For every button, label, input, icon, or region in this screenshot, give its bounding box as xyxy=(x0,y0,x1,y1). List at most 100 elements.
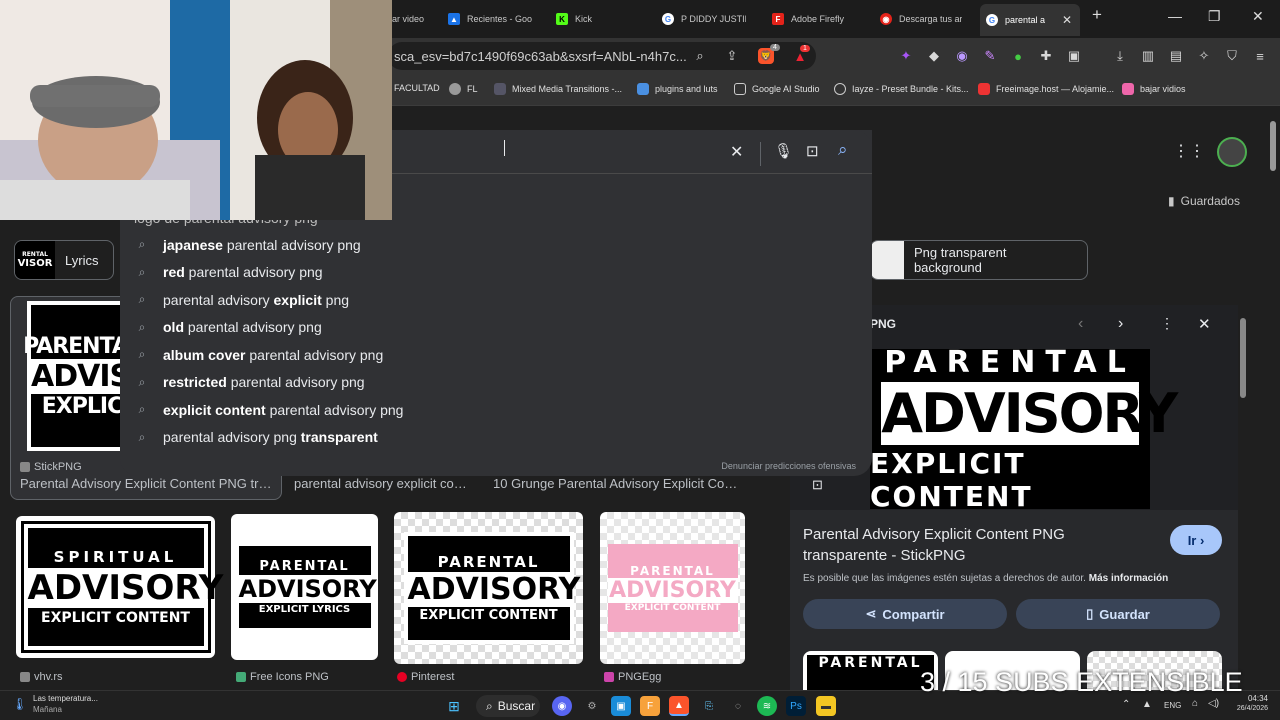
extension-icon[interactable]: ✎ xyxy=(982,48,998,64)
result-thumbnail[interactable]: PARENTAL ADVISORY EXPLICIT CONTENT xyxy=(600,512,745,664)
result-thumbnail[interactable]: PARENTAL ADVISORY EXPLICIT CONTENT xyxy=(394,512,583,664)
scrollbar-thumb[interactable] xyxy=(1240,318,1246,398)
start-button[interactable]: ⊞ xyxy=(444,696,464,716)
restore-button[interactable]: ❐ xyxy=(1208,8,1221,25)
zoom-icon[interactable]: ⌕ xyxy=(692,48,708,64)
store-icon[interactable]: ▣ xyxy=(611,696,631,716)
app-icon[interactable]: ⎘ xyxy=(699,696,719,716)
tab-item[interactable]: K Kick xyxy=(556,6,636,32)
downloads-icon[interactable]: ⤓ xyxy=(1112,48,1128,64)
bookmark-item[interactable]: Google AI Studio xyxy=(734,83,820,95)
tray-chevron-icon[interactable]: ⌃ xyxy=(1122,699,1130,710)
result-source[interactable]: vhv.rs xyxy=(20,671,63,683)
tray-icon[interactable]: ▲ xyxy=(1142,699,1152,710)
suggestion-item[interactable]: ⌕ red parental advisory png xyxy=(134,259,323,286)
preview-image[interactable]: PARENTAL ADVISORY EXPLICIT CONTENT xyxy=(870,345,1178,513)
sidebar-icon[interactable]: ▥ xyxy=(1140,48,1156,64)
spotify-icon[interactable]: ≋ xyxy=(757,696,777,716)
bookmark-item[interactable]: FL xyxy=(449,83,478,95)
share-button[interactable]: ⋖ Compartir xyxy=(803,599,1007,629)
tab-item[interactable]: ar video xyxy=(392,6,424,32)
page-scrollbar[interactable] xyxy=(1268,115,1278,690)
suggestion-item[interactable]: ⌕ parental advisory png transparent xyxy=(134,424,378,451)
share-icon[interactable]: ⇪ xyxy=(724,48,740,64)
voice-search-icon[interactable]: 🎙 xyxy=(774,142,793,160)
image-search-icon[interactable]: ⊡ xyxy=(806,142,819,160)
suggestion-item[interactable]: ⌕ album cover parental advisory png xyxy=(134,341,384,368)
tab-item[interactable]: F Adobe Firefly xyxy=(772,6,862,32)
next-arrow-icon[interactable]: › xyxy=(1118,315,1123,333)
save-button[interactable]: ▯ Guardar xyxy=(1016,599,1220,629)
close-window-button[interactable]: ✕ xyxy=(1252,8,1264,25)
taskbar-search[interactable]: ⌕ Buscar xyxy=(476,695,540,717)
leo-ai-icon[interactable]: ✧ xyxy=(1196,48,1212,64)
weather-title[interactable]: Las temperatura... xyxy=(33,694,98,703)
account-avatar[interactable] xyxy=(1217,137,1247,167)
chip-png-transparent[interactable]: Png transparent background xyxy=(870,240,1088,280)
tab-item[interactable]: ◉ Descarga tus ar xyxy=(880,6,962,32)
extension-icon[interactable]: ● xyxy=(1010,48,1026,64)
suggestion-item[interactable]: ⌕ explicit content parental advisory png xyxy=(134,396,404,423)
extension-icon[interactable]: ✦ xyxy=(898,48,914,64)
bookmark-item[interactable]: Iayze - Preset Bundle - Kits... xyxy=(834,83,969,95)
discord-icon[interactable]: ◉ xyxy=(552,696,572,716)
result-source[interactable]: Free Icons PNG xyxy=(236,671,329,683)
language-indicator[interactable]: ENG xyxy=(1164,701,1181,710)
suggestion-item[interactable]: ⌕ old parental advisory png xyxy=(134,314,322,341)
url-text[interactable]: sca_esv=bd7c1490f69c63ab&sxsrf=ANbL-n4h7… xyxy=(394,49,687,64)
clear-search-icon[interactable]: ✕ xyxy=(730,142,743,162)
weather-icon[interactable]: 🌡 xyxy=(12,697,27,711)
result-caption[interactable]: 10 Grunge Parental Advisory Explicit Con… xyxy=(493,476,741,491)
extension-icon[interactable]: ◆ xyxy=(926,48,942,64)
result-thumbnail[interactable]: PARENTAL ADVISORY EXPLICIT LYRICS xyxy=(231,514,378,660)
photoshop-icon[interactable]: Ps xyxy=(786,696,806,716)
suggestion-item[interactable]: ⌕ japanese parental advisory png xyxy=(134,231,361,258)
suggestion-item[interactable]: ⌕ parental advisory explicit png xyxy=(134,286,349,313)
minimize-button[interactable]: — xyxy=(1168,8,1182,24)
bookmark-item[interactable]: bajar vidios xyxy=(1122,83,1186,95)
prev-arrow-icon[interactable]: ‹ xyxy=(1078,315,1083,333)
bookmark-item[interactable]: Freeimage.host — Alojamie... xyxy=(978,83,1114,95)
preview-title[interactable]: Parental Advisory Explicit Content PNG t… xyxy=(803,524,1133,566)
app-icon[interactable]: ◌ xyxy=(728,696,748,716)
close-tab-icon[interactable]: ✕ xyxy=(1062,13,1072,27)
bookmark-item[interactable]: plugins and luts xyxy=(637,83,718,95)
reading-list-icon[interactable]: ▣ xyxy=(1066,48,1082,64)
more-options-icon[interactable]: ⋮ xyxy=(1160,315,1174,332)
result-source[interactable]: StickPNG xyxy=(20,461,82,473)
lens-icon[interactable]: ⊡ xyxy=(812,477,823,493)
menu-icon[interactable]: ≡ xyxy=(1252,48,1268,64)
result-caption[interactable]: Parental Advisory Explicit Content PNG t… xyxy=(20,476,274,491)
tab-item[interactable]: ▲ Recientes - Goo xyxy=(448,6,534,32)
result-source[interactable]: Pinterest xyxy=(397,671,454,683)
scrollbar-thumb[interactable] xyxy=(1270,121,1276,171)
network-icon[interactable]: ⌂ xyxy=(1192,698,1198,709)
apps-grid-icon[interactable]: ⋮⋮ xyxy=(1173,138,1205,164)
chip-lyrics[interactable]: RENTAL VISOR Lyrics xyxy=(14,240,114,280)
settings-icon[interactable]: ⚙ xyxy=(582,696,602,716)
tab-item-active[interactable]: Gparental a ✕ xyxy=(980,4,1080,36)
wallet-icon[interactable]: ▤ xyxy=(1168,48,1184,64)
suggestion-item[interactable]: ⌕ restricted parental advisory png xyxy=(134,369,365,396)
preview-scrollbar[interactable] xyxy=(1238,308,1248,670)
visit-button[interactable]: Ir › xyxy=(1170,525,1222,555)
brave-icon[interactable]: ▲ xyxy=(669,696,689,716)
result-caption[interactable]: parental advisory explicit cont... xyxy=(294,476,470,491)
extensions-puzzle-icon[interactable]: ✚ xyxy=(1038,48,1054,64)
bookmark-item[interactable]: Mixed Media Transitions -... xyxy=(494,83,622,95)
related-thumbnail[interactable]: PARENTAL xyxy=(803,651,938,691)
tab-item[interactable]: G P DIDDY JUSTIN xyxy=(662,6,746,32)
volume-icon[interactable]: ◁) xyxy=(1208,698,1219,709)
saved-link[interactable]: ▮ Guardados xyxy=(1168,194,1240,208)
close-preview-icon[interactable]: ✕ xyxy=(1198,315,1211,333)
fl-studio-icon[interactable]: F xyxy=(640,696,660,716)
bookmark-item[interactable]: FACULTAD xyxy=(394,83,440,93)
extension-icon[interactable]: ◉ xyxy=(954,48,970,64)
search-icon[interactable]: ⌕ xyxy=(838,140,848,160)
new-tab-button[interactable]: + xyxy=(1092,5,1102,25)
result-source[interactable]: PNGEgg xyxy=(604,671,661,683)
file-explorer-icon[interactable]: ▬ xyxy=(816,696,836,716)
report-predictions-link[interactable]: Denunciar predicciones ofensivas xyxy=(721,461,856,471)
address-bar[interactable]: sca_esv=bd7c1490f69c63ab&sxsrf=ANbL-n4h7… xyxy=(388,42,816,70)
vpn-icon[interactable]: ⛉ xyxy=(1224,48,1240,64)
